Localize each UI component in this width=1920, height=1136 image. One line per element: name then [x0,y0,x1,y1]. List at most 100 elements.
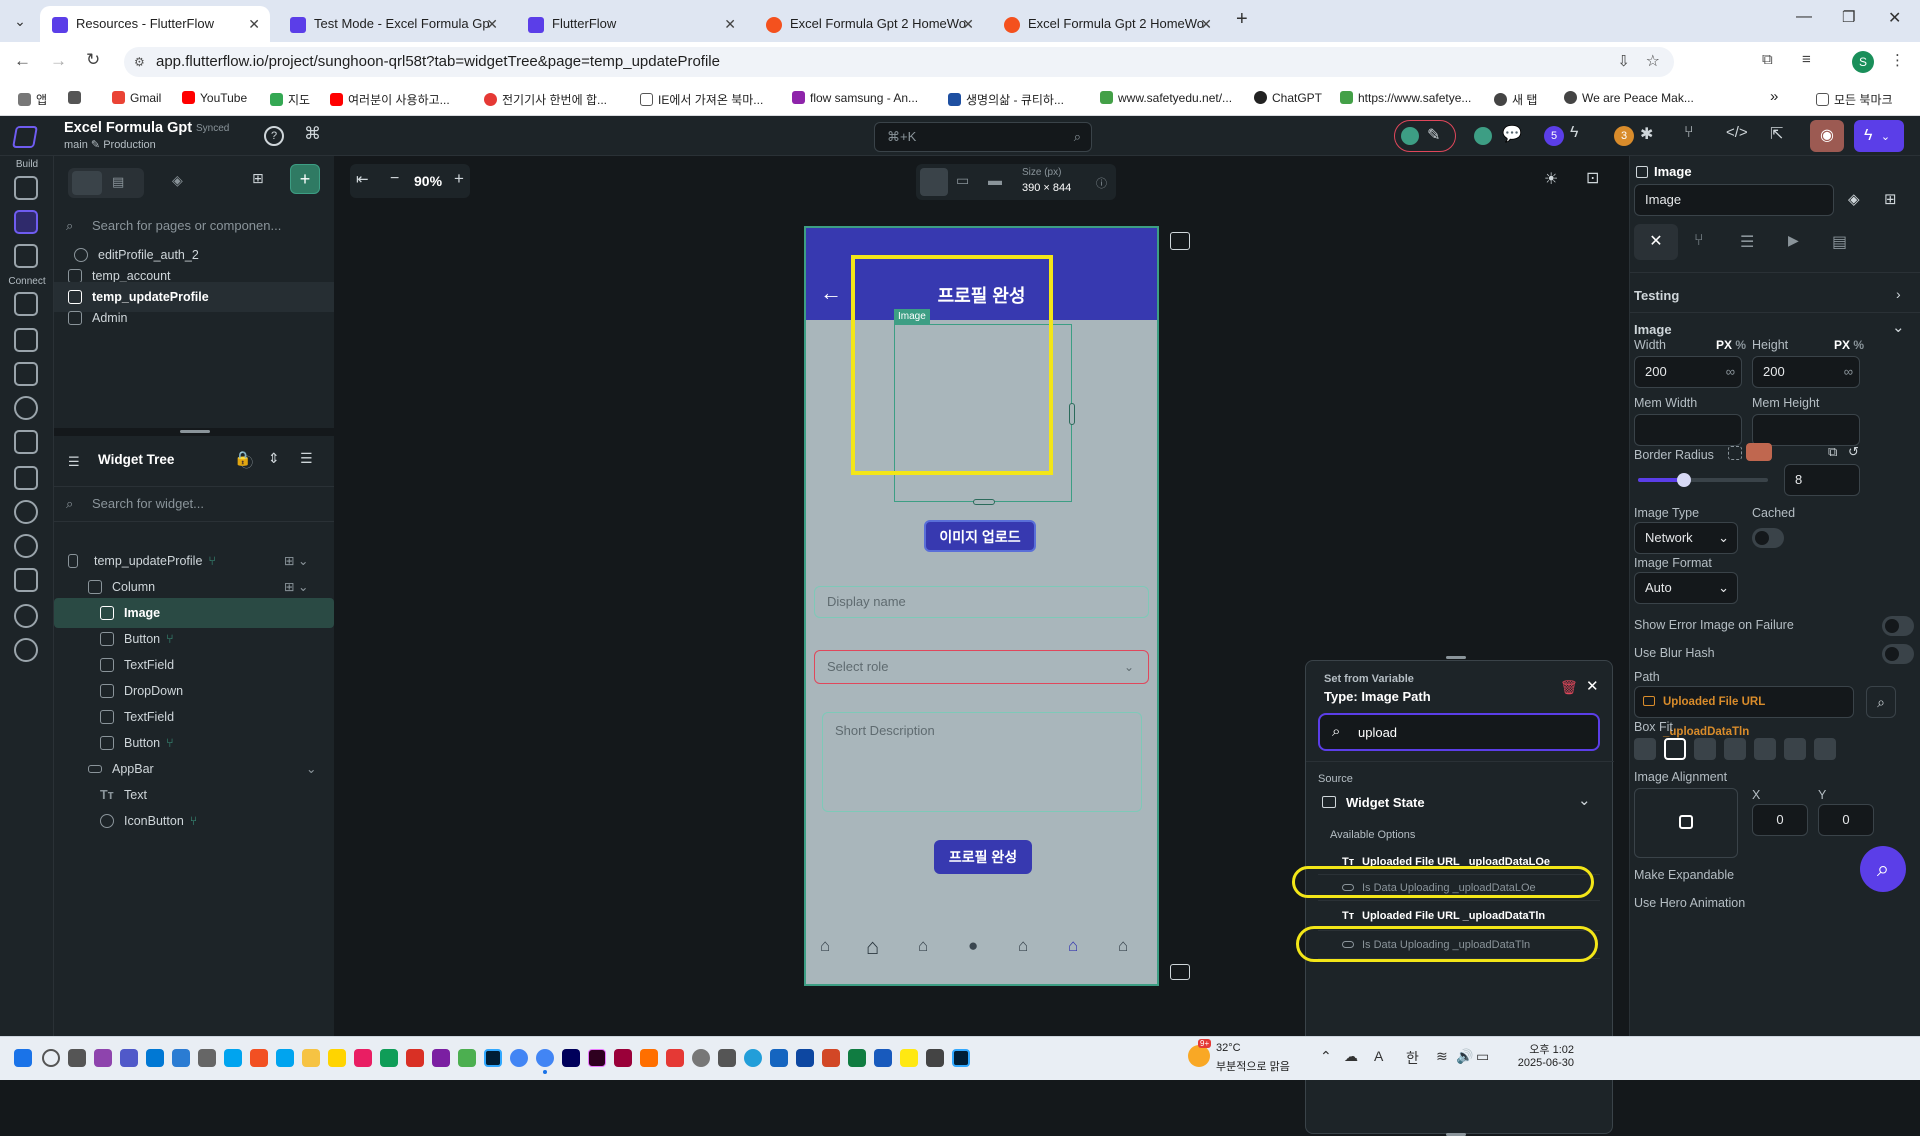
tab-test-mode[interactable]: Test Mode - Excel Formula Gp ✕ [278,6,508,42]
app-icon[interactable] [328,1049,346,1067]
database-icon[interactable] [14,328,38,352]
widget-tree-icon[interactable] [14,210,38,234]
photoshop-icon[interactable] [952,1049,970,1067]
app-icon[interactable] [614,1049,632,1067]
extensions-icon[interactable]: ⧉ [1762,51,1773,68]
add-widget-icon[interactable] [14,176,38,200]
help-icon[interactable]: ? [264,126,284,146]
tree-node-iconbutton[interactable]: IconButton ⑂ [54,806,334,836]
filter-icon[interactable]: ☰ [300,450,313,467]
bookmark-safetye[interactable]: https://www.safetye... [1340,91,1471,105]
app-icon[interactable] [354,1049,372,1067]
box-fit-cover-icon[interactable] [1634,738,1656,760]
close-icon[interactable]: ✕ [1586,677,1599,695]
resize-handle-right[interactable] [1069,403,1075,425]
tab-excel-formula-1[interactable]: Excel Formula Gpt 2 HomeWo ✕ [754,6,984,42]
back-icon[interactable]: ← [14,51,31,71]
library-icon[interactable]: ◈ [172,172,183,189]
copy-icon[interactable]: ⧉ [1828,444,1837,460]
complete-profile-button[interactable]: 프로필 완성 [934,840,1032,874]
chevron-up-icon[interactable]: ⌃ [1320,1048,1332,1065]
pdf-icon[interactable] [406,1049,424,1067]
bookmark-apps[interactable]: 앱 [18,91,47,108]
app-icon[interactable] [172,1049,190,1067]
bookmark-peace[interactable]: We are Peace Mak... [1564,91,1694,105]
collapse-panel-icon[interactable]: ⇤ [356,170,369,188]
chrome-icon[interactable] [510,1049,528,1067]
tablet-device-icon[interactable]: ▭ [956,172,969,189]
delete-icon[interactable]: 🗑 [1560,679,1578,696]
tests-icon[interactable] [14,534,38,558]
layout-icon[interactable]: ⊡ [1586,168,1599,188]
zoom-out-button[interactable]: − [390,170,399,188]
bookmark-star-icon[interactable]: ☆ [1646,47,1660,77]
widget-name-input[interactable]: Image [1634,184,1834,216]
bookmark-youtube[interactable]: YouTube [182,91,247,105]
width-input[interactable]: 200 ∞ [1634,356,1742,388]
chevron-right-icon[interactable]: › [1896,286,1901,302]
excel-icon[interactable] [848,1049,866,1067]
file-explorer-icon[interactable] [302,1049,320,1067]
app-state-icon[interactable] [14,396,38,420]
app-icon[interactable] [666,1049,684,1067]
docs-tab-icon[interactable]: ▤ [1832,232,1847,252]
actions-tab-icon[interactable]: ⑂ [1694,232,1704,250]
box-fit-width-icon[interactable] [1724,738,1746,760]
reload-icon[interactable]: ↻ [86,50,100,70]
app-icon[interactable] [432,1049,450,1067]
widget-search-input[interactable]: ⌕ Search for widget... [54,486,334,522]
tab-excel-formula-2[interactable]: Excel Formula Gpt 2 HomeWo ✕ [992,6,1222,42]
global-search-input[interactable]: ⌘+K ⌕ [874,122,1092,152]
word-icon[interactable] [874,1049,892,1067]
task-view-icon[interactable] [68,1049,86,1067]
source-selector[interactable]: Widget State ⌄ [1318,789,1600,819]
project-name[interactable]: Excel Formula Gpt [64,120,192,136]
animations-tab-icon[interactable]: ▶ [1788,232,1799,249]
library-diamond-icon[interactable]: ◈ [1848,190,1860,208]
home-icon[interactable]: ⌂ [820,936,830,956]
min-width-input[interactable] [1634,414,1742,446]
onedrive-icon[interactable]: ☁ [1344,1048,1358,1065]
restore-window-button[interactable]: ❐ [1842,8,1855,26]
tab-resources[interactable]: Resources - FlutterFlow ✕ [40,6,270,42]
issues-badge[interactable]: 3 [1614,126,1634,146]
storyboard-icon[interactable] [14,292,38,316]
slider-thumb[interactable] [1676,473,1691,487]
zoom-in-button[interactable]: + [454,169,464,189]
app-icon[interactable] [276,1049,294,1067]
profile-avatar[interactable]: S [1852,51,1874,73]
pages-tab[interactable] [72,171,102,195]
app-icon[interactable] [926,1049,944,1067]
app-icon[interactable] [224,1049,242,1067]
image-type-dropdown[interactable]: Network ⌄ [1634,522,1738,554]
box-fit-fill-icon[interactable] [1694,738,1716,760]
agent-badge[interactable]: 5 [1544,126,1564,146]
more-bookmarks-icon[interactable]: » [1770,88,1778,105]
kakaotalk-icon[interactable] [900,1049,918,1067]
new-tab-button[interactable]: + [1236,8,1248,31]
role-dropdown[interactable]: Select role ⌄ [814,650,1149,684]
alignment-grid[interactable] [1634,788,1738,858]
calculator-icon[interactable] [718,1049,736,1067]
branch-icon[interactable]: ⑂ [1684,124,1694,142]
app-icon[interactable] [640,1049,658,1067]
device-frame-icon[interactable] [1170,964,1190,980]
premiere-icon[interactable] [562,1049,580,1067]
page-item-admin[interactable]: Admin [54,303,334,333]
box-fit-height-icon[interactable] [1754,738,1776,760]
agents-icon[interactable] [14,568,38,592]
site-info-icon[interactable]: ⚙ [134,47,145,77]
app-icon[interactable] [796,1049,814,1067]
x-input[interactable]: 0 [1752,804,1808,836]
close-tab-icon[interactable]: ✕ [248,6,260,42]
flutterflow-logo-icon[interactable] [12,126,38,148]
bookmark-maps[interactable]: 지도 [270,91,310,108]
image-format-dropdown[interactable]: Auto ⌄ [1634,572,1738,604]
bookmark-flow[interactable]: flow samsung - An... [792,91,918,105]
keyboard-icon[interactable] [1170,232,1190,250]
resize-handle-bottom[interactable] [973,499,995,505]
expand-icon[interactable]: ⇕ [268,450,280,467]
lock-icon[interactable]: 🔒 [234,450,251,467]
bookmark-elec[interactable]: 전기기사 한번에 합... [484,91,607,108]
chevron-down-icon[interactable]: ⌄ [1892,318,1905,336]
